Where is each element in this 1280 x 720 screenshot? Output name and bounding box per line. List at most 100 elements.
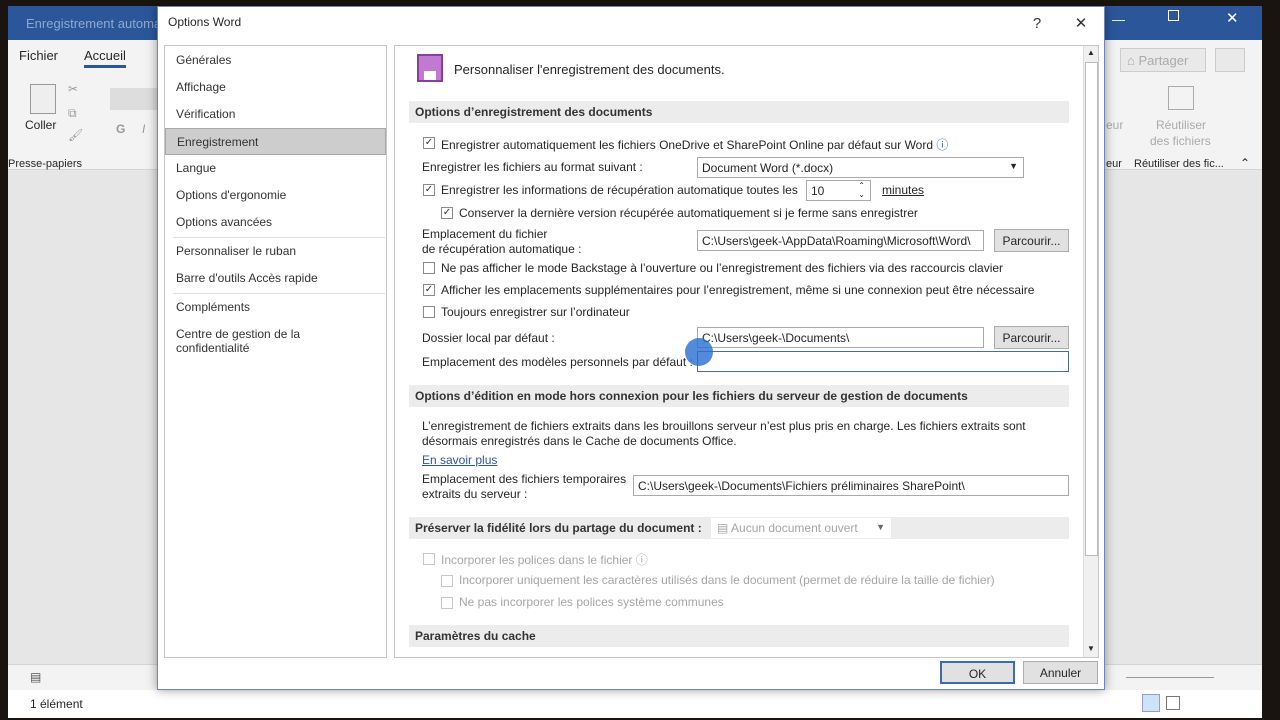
local-folder-label: Dossier local par défaut : <box>422 331 555 345</box>
always-local-checkbox[interactable] <box>423 306 435 318</box>
close-dialog-button[interactable]: ✕ <box>1066 11 1096 37</box>
macro-icon[interactable]: ▤ <box>30 670 41 684</box>
cancel-button[interactable]: Annuler <box>1023 661 1098 684</box>
browse-recover-button[interactable]: Parcourir... <box>994 229 1069 252</box>
info-icon[interactable]: ⓘ <box>936 138 948 152</box>
embed-fonts-checkbox[interactable] <box>423 553 435 565</box>
bold-button[interactable]: G <box>116 122 125 136</box>
section-offline: Options d’édition en mode hors connexion… <box>409 385 1069 407</box>
scrollbar-thumb[interactable] <box>1085 62 1098 556</box>
cut-icon[interactable]: ✂ <box>68 82 78 96</box>
autorecover-checkbox[interactable]: ✓ <box>423 184 435 196</box>
reuse-label-2: des fichiers <box>1150 134 1211 148</box>
font-box[interactable] <box>110 88 158 110</box>
format-label: Enregistrer les fichiers au format suiva… <box>422 160 643 174</box>
reuse-group-label: Réutiliser des fic... <box>1134 158 1224 170</box>
nav-langue[interactable]: Langue <box>165 155 386 182</box>
show-extra-label: Afficher les emplacements supplémentaire… <box>441 283 1035 297</box>
learn-more-link[interactable]: En savoir plus <box>422 453 497 467</box>
paste-button[interactable]: Coller <box>25 118 56 132</box>
partial-label: eur <box>1106 118 1124 132</box>
keep-last-checkbox[interactable]: ✓ <box>441 207 453 219</box>
panel-header: Personnaliser l'enregistrement des docum… <box>454 62 725 77</box>
tab-accueil[interactable]: Accueil <box>84 48 126 68</box>
autosave-label: Enregistrer automatiquement les fichiers… <box>441 136 948 153</box>
minimize-button[interactable]: — <box>1112 12 1125 27</box>
scroll-up-icon[interactable]: ▲ <box>1087 48 1095 57</box>
options-dialog: Options Word ? ✕ Générales Affichage Vér… <box>157 6 1105 690</box>
embed-used-checkbox[interactable] <box>441 575 453 587</box>
format-painter-icon[interactable]: 🖌 <box>68 128 83 142</box>
nav-affichage[interactable]: Affichage <box>165 74 386 101</box>
offline-text-2: désormais enregistrés dans le Cache de d… <box>422 434 737 448</box>
details-view-icon[interactable] <box>1142 694 1160 712</box>
embed-fonts-text: Incorporer les polices dans le fichier <box>441 553 633 567</box>
temp-path-input[interactable]: C:\Users\geek-\Documents\Fichiers prélim… <box>633 475 1069 496</box>
ok-button[interactable]: OK <box>940 661 1015 684</box>
large-icons-view-icon[interactable] <box>1166 696 1180 710</box>
zoom-slider[interactable] <box>1126 677 1214 678</box>
browse-local-button[interactable]: Parcourir... <box>994 326 1069 349</box>
dialog-title: Options Word <box>168 15 242 29</box>
nav-personnaliser-ruban[interactable]: Personnaliser le ruban <box>165 238 386 265</box>
clipboard-group-label: Presse-papiers <box>8 158 82 170</box>
close-window-button[interactable]: ✕ <box>1226 9 1239 27</box>
nav-verification[interactable]: Vérification <box>165 101 386 128</box>
templates-input[interactable] <box>697 351 1069 372</box>
help-button[interactable]: ? <box>1022 11 1052 37</box>
nav-ergonomie[interactable]: Options d'ergonomie <box>165 182 386 209</box>
nav-generales[interactable]: Générales <box>165 47 386 74</box>
format-value: Document Word (*.docx) <box>702 161 834 175</box>
no-backstage-label: Ne pas afficher le mode Backstage à l’ou… <box>441 261 1004 275</box>
share-label: Partager <box>1138 53 1189 68</box>
temp-path-label: Emplacement des fichiers temporaires <box>422 472 627 486</box>
options-panel: Personnaliser l'enregistrement des docum… <box>394 45 1099 658</box>
tab-fichier[interactable]: Fichier <box>19 48 58 63</box>
format-select[interactable]: Document Word (*.docx) ▼ <box>697 157 1024 178</box>
save-icon <box>417 54 443 82</box>
comments-button[interactable] <box>1215 48 1245 72</box>
recover-path-input[interactable]: C:\Users\geek-\AppData\Roaming\Microsoft… <box>697 230 984 251</box>
nav-complements[interactable]: Compléments <box>165 294 386 321</box>
reuse-files-icon[interactable] <box>1168 86 1194 110</box>
scroll-down-icon[interactable]: ▼ <box>1087 644 1095 653</box>
nav-enregistrement[interactable]: Enregistrement <box>165 128 386 155</box>
maximize-button[interactable] <box>1168 10 1179 21</box>
local-folder-input[interactable]: C:\Users\geek-\Documents\ <box>697 327 984 348</box>
italic-button[interactable]: I <box>142 122 145 136</box>
autosave-checkbox[interactable]: ✓ <box>423 137 435 149</box>
temp-path-label-2: extraits du serveur : <box>422 487 528 501</box>
section-save-options: Options d’enregistrement des documents <box>409 101 1069 123</box>
copy-icon[interactable]: ⧉ <box>68 106 77 121</box>
collapse-ribbon-icon[interactable]: ⌃ <box>1240 156 1250 170</box>
nav-acces-rapide[interactable]: Barre d'outils Accès rapide <box>165 265 386 292</box>
always-local-label: Toujours enregistrer sur l’ordinateur <box>441 305 630 319</box>
fidelity-document-select[interactable]: ▤ Aucun document ouvert ▼ <box>711 518 891 538</box>
word-doc-icon: ▤ <box>717 521 729 535</box>
minutes-value: 10 <box>811 184 825 198</box>
no-common-label: Ne pas incorporer les polices système co… <box>459 595 724 609</box>
paste-icon[interactable] <box>30 84 56 114</box>
no-backstage-checkbox[interactable] <box>423 262 435 274</box>
spinner-arrows-icon[interactable]: ⌃ ⌄ <box>858 181 865 199</box>
autorecover-label: Enregistrer les informations de récupéra… <box>441 183 798 197</box>
embed-used-label: Incorporer uniquement les caractères uti… <box>459 573 995 587</box>
nav-confidentialite[interactable]: Centre de gestion de la confidentialité <box>165 321 386 355</box>
recover-path-label: Emplacement du fichier <box>422 227 548 241</box>
info-icon[interactable]: ⓘ <box>636 553 648 567</box>
cursor-highlight <box>685 338 713 366</box>
chevron-down-icon: ▼ <box>876 522 885 532</box>
partial-group-label: eur <box>1106 158 1122 170</box>
offline-text-1: L’enregistrement de fichiers extraits da… <box>422 419 1026 433</box>
autosave-text: Enregistrer automatiquement les fichiers… <box>441 138 934 152</box>
share-button[interactable]: ⌂ Partager <box>1120 48 1206 72</box>
options-nav: Générales Affichage Vérification Enregis… <box>164 45 387 658</box>
autorecover-minutes-spinner[interactable]: 10 ⌃ ⌄ <box>806 180 871 201</box>
embed-fonts-label: Incorporer les polices dans le fichier ⓘ <box>441 551 648 568</box>
nav-options-avancees[interactable]: Options avancées <box>165 209 386 236</box>
no-common-checkbox[interactable] <box>441 597 453 609</box>
show-extra-checkbox[interactable]: ✓ <box>423 284 435 296</box>
reuse-label-1: Réutiliser <box>1156 118 1207 132</box>
keep-last-label: Conserver la dernière version récupérée … <box>459 206 918 220</box>
scrollbar[interactable]: ▲ ▼ <box>1083 46 1098 657</box>
